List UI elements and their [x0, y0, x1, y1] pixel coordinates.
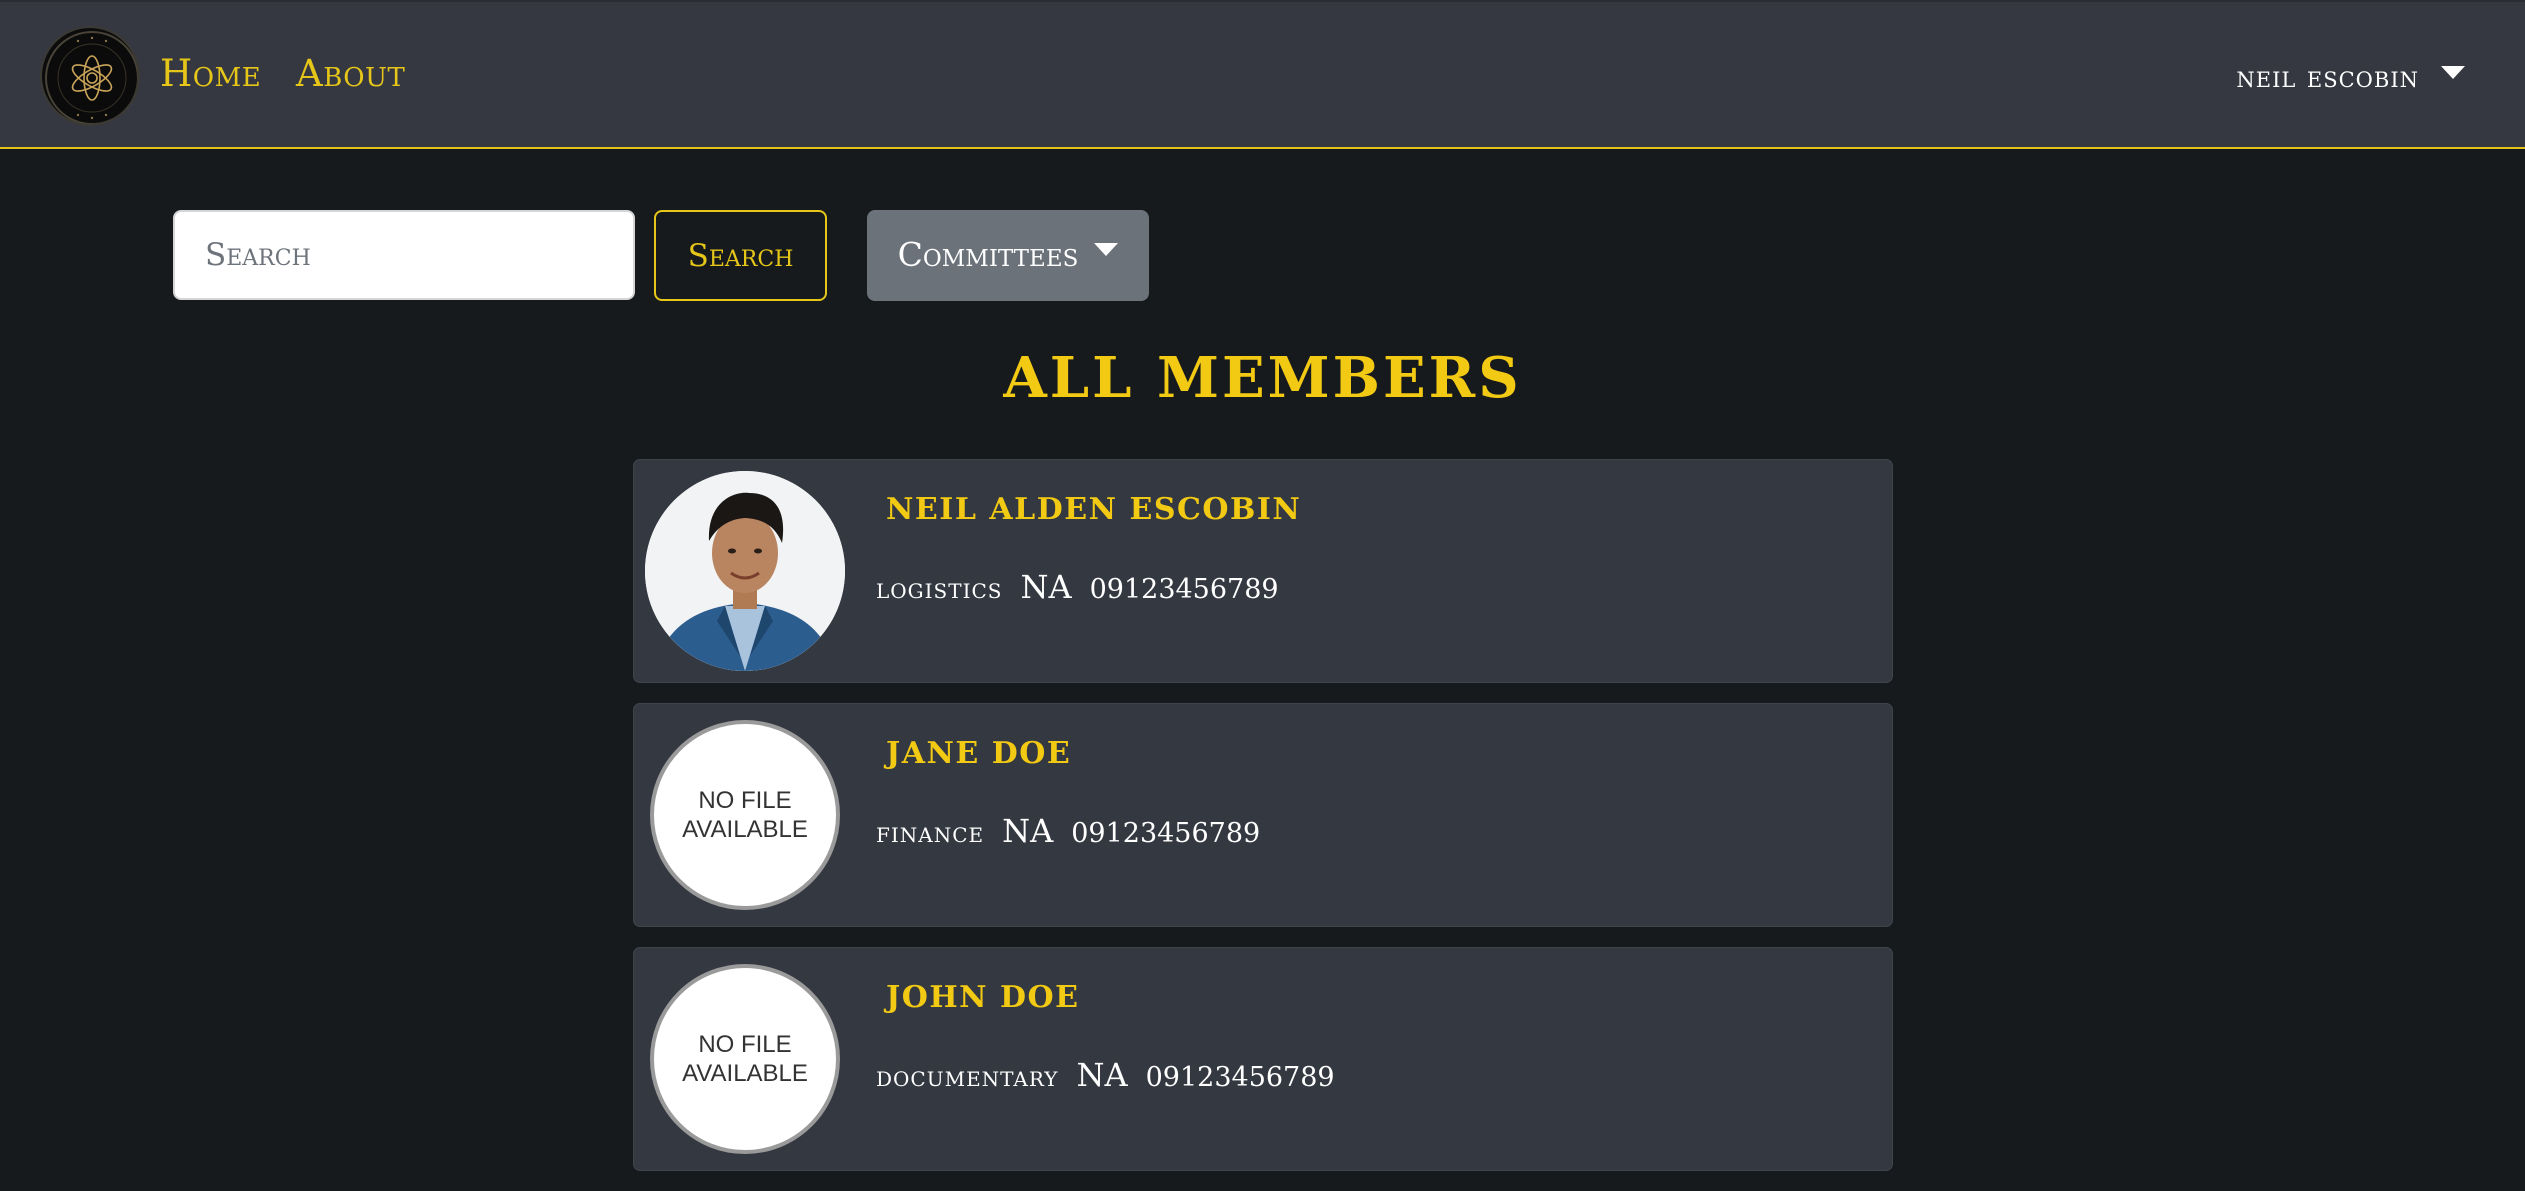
search-button[interactable]: Search: [654, 210, 827, 301]
member-phone: 09123456789: [1071, 818, 1261, 849]
search-input[interactable]: [173, 210, 635, 300]
member-phone: 09123456789: [1145, 1062, 1335, 1093]
member-committee: logistics: [876, 572, 1003, 605]
member-status: NA: [1076, 1056, 1128, 1094]
member-photo-icon: [645, 471, 845, 671]
member-committee: documentary: [876, 1060, 1059, 1093]
user-name: NEIL ESCOBIN: [2236, 60, 2419, 95]
member-card[interactable]: NO FILE AVAILABLE JANE DOE finance NA 09…: [633, 703, 1893, 927]
member-info: finance NA 09123456789: [876, 812, 1260, 850]
member-committee: finance: [876, 816, 985, 849]
member-avatar: [645, 471, 845, 671]
org-logo-icon[interactable]: [40, 26, 140, 126]
member-info: logistics NA 09123456789: [876, 568, 1279, 606]
member-card[interactable]: NEIL ALDEN ESCOBIN logistics NA 09123456…: [633, 459, 1893, 683]
nav-home-link[interactable]: Home: [160, 52, 261, 95]
member-avatar-placeholder: NO FILE AVAILABLE: [650, 720, 840, 910]
member-phone: 09123456789: [1089, 574, 1279, 605]
caret-down-icon: [2441, 66, 2465, 79]
navbar: Home About NEIL ESCOBIN: [0, 0, 2525, 149]
committees-dropdown-button[interactable]: Committees: [867, 210, 1149, 301]
caret-down-icon: [1094, 242, 1119, 256]
member-name[interactable]: JANE DOE: [886, 736, 1071, 771]
committees-label: Committees: [897, 234, 1079, 274]
member-avatar-placeholder: NO FILE AVAILABLE: [650, 964, 840, 1154]
member-list: NEIL ALDEN ESCOBIN logistics NA 09123456…: [633, 459, 1893, 1191]
member-name[interactable]: JOHN DOE: [886, 980, 1080, 1015]
member-status: NA: [1020, 568, 1072, 606]
page-title: ALL MEMBERS: [1003, 345, 1522, 411]
member-info: documentary NA 09123456789: [876, 1056, 1335, 1094]
member-name[interactable]: NEIL ALDEN ESCOBIN: [886, 492, 1301, 527]
user-menu-dropdown[interactable]: NEIL ESCOBIN: [2236, 60, 2465, 95]
member-status: NA: [1002, 812, 1054, 850]
nav-about-link[interactable]: About: [296, 52, 405, 95]
member-card[interactable]: NO FILE AVAILABLE JOHN DOE documentary N…: [633, 947, 1893, 1171]
